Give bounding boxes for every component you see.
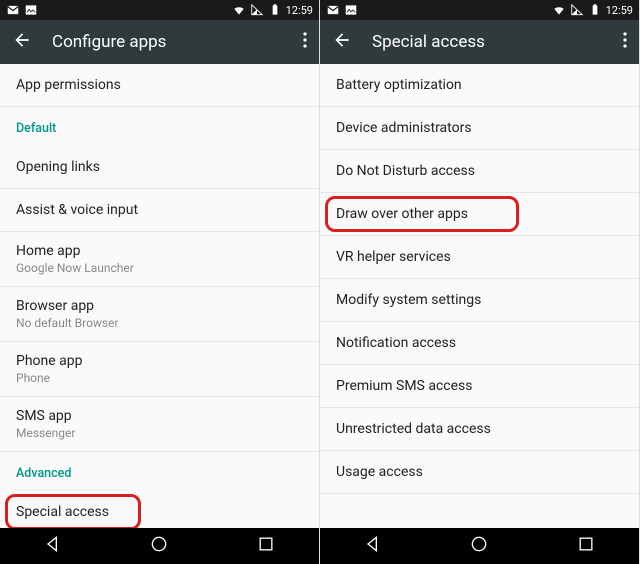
image-icon: [344, 3, 358, 17]
section-header-default: Default: [0, 107, 319, 146]
list-item[interactable]: Battery optimization: [320, 64, 639, 107]
nav-back-icon[interactable]: [43, 534, 63, 558]
overflow-icon[interactable]: [623, 32, 627, 52]
nav-back-icon[interactable]: [363, 534, 383, 558]
list-item-label: Modify system settings: [336, 292, 623, 308]
signal-icon: [250, 3, 264, 17]
list-item[interactable]: Notification access: [320, 322, 639, 365]
screen-configure-apps: 12:59 Configure apps App permissions Def…: [0, 0, 320, 564]
settings-list[interactable]: App permissions Default Opening links As…: [0, 64, 319, 528]
list-item-label: Premium SMS access: [336, 378, 623, 394]
image-icon: [24, 3, 38, 17]
list-item-draw-over-apps[interactable]: Draw over other apps: [320, 193, 639, 236]
list-item-label: Do Not Disturb access: [336, 163, 623, 179]
list-item-sub: Messenger: [16, 426, 303, 440]
list-item-label: Device administrators: [336, 120, 623, 136]
nav-bar: [0, 528, 319, 564]
list-item-label: Phone app: [16, 353, 303, 369]
list-item[interactable]: Do Not Disturb access: [320, 150, 639, 193]
list-item-sub: No default Browser: [16, 316, 303, 330]
list-item[interactable]: Home app Google Now Launcher: [0, 232, 319, 287]
list-item-sub: Google Now Launcher: [16, 261, 303, 275]
status-left: [6, 3, 38, 17]
list-item[interactable]: Opening links: [0, 146, 319, 189]
app-bar-title: Special access: [372, 32, 485, 52]
list-item-label: App permissions: [16, 77, 303, 93]
list-item[interactable]: App permissions: [0, 64, 319, 107]
list-item[interactable]: Modify system settings: [320, 279, 639, 322]
back-icon[interactable]: [332, 30, 352, 54]
list-item-label: Notification access: [336, 335, 623, 351]
overflow-icon[interactable]: [303, 32, 307, 52]
list-item-label: SMS app: [16, 408, 303, 424]
list-item-label: Browser app: [16, 298, 303, 314]
battery-icon: [268, 3, 282, 17]
nav-home-icon[interactable]: [149, 534, 169, 558]
list-item[interactable]: Unrestricted data access: [320, 408, 639, 451]
clock-text: 12:59: [286, 4, 313, 17]
list-item-label: Unrestricted data access: [336, 421, 623, 437]
clock-text: 12:59: [606, 4, 633, 17]
nav-home-icon[interactable]: [469, 534, 489, 558]
list-item[interactable]: SMS app Messenger: [0, 397, 319, 452]
nav-recents-icon[interactable]: [256, 534, 276, 558]
list-item-sub: Phone: [16, 371, 303, 385]
gmail-icon: [6, 3, 20, 17]
list-item-label: Usage access: [336, 464, 623, 480]
list-item[interactable]: Premium SMS access: [320, 365, 639, 408]
gmail-icon: [326, 3, 340, 17]
status-bar: 12:59: [0, 0, 319, 20]
list-item[interactable]: Phone app Phone: [0, 342, 319, 397]
list-item-label: Opening links: [16, 159, 303, 175]
list-item-label: VR helper services: [336, 249, 623, 265]
list-item-label: Special access: [16, 504, 303, 520]
list-item-label: Draw over other apps: [336, 206, 623, 222]
list-item[interactable]: Assist & voice input: [0, 189, 319, 232]
section-header-advanced: Advanced: [0, 452, 319, 491]
list-item[interactable]: Device administrators: [320, 107, 639, 150]
wifi-icon: [552, 3, 566, 17]
app-bar: Special access: [320, 20, 639, 64]
status-right: 12:59: [552, 3, 633, 17]
app-bar-title: Configure apps: [52, 32, 166, 52]
nav-bar: [320, 528, 639, 564]
screen-special-access: 12:59 Special access Battery optimizatio…: [320, 0, 640, 564]
list-item[interactable]: VR helper services: [320, 236, 639, 279]
app-bar: Configure apps: [0, 20, 319, 64]
status-bar: 12:59: [320, 0, 639, 20]
status-left: [326, 3, 358, 17]
status-right: 12:59: [232, 3, 313, 17]
wifi-icon: [232, 3, 246, 17]
list-item[interactable]: Usage access: [320, 451, 639, 494]
signal-icon: [570, 3, 584, 17]
back-icon[interactable]: [12, 30, 32, 54]
settings-list[interactable]: Battery optimization Device administrato…: [320, 64, 639, 528]
list-item-label: Home app: [16, 243, 303, 259]
nav-recents-icon[interactable]: [576, 534, 596, 558]
list-item-label: Battery optimization: [336, 77, 623, 93]
battery-icon: [588, 3, 602, 17]
list-item-special-access[interactable]: Special access: [0, 491, 319, 528]
list-item-label: Assist & voice input: [16, 202, 303, 218]
list-item[interactable]: Browser app No default Browser: [0, 287, 319, 342]
